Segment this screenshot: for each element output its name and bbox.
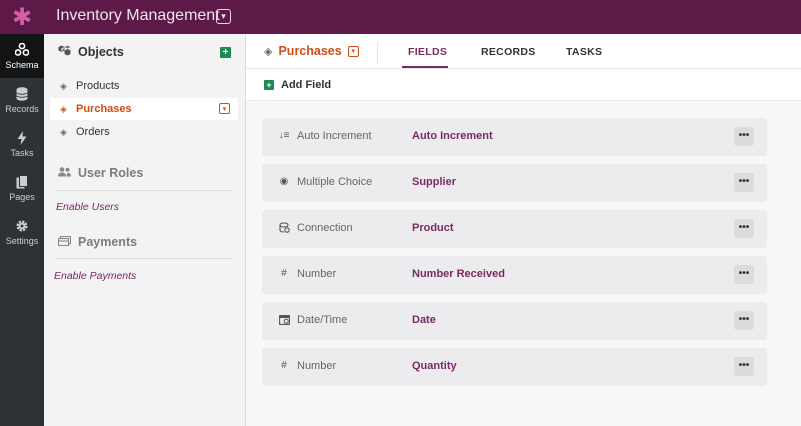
rail-item-schema[interactable]: Schema (0, 34, 44, 78)
gear-icon (15, 219, 29, 234)
rail-label: Settings (5, 235, 39, 246)
field-type: Number (297, 360, 337, 372)
field-row[interactable]: Connection Product ••• (262, 210, 767, 248)
users-icon (58, 166, 72, 180)
rail-item-pages[interactable]: Pages (0, 166, 44, 210)
more-options-button[interactable]: ••• (734, 219, 754, 238)
calendar-icon (278, 314, 290, 328)
fields-list: ↓≡ Auto Increment Auto Increment ••• ◉ M… (246, 101, 801, 426)
hash-icon: # (281, 268, 287, 279)
payments-heading-label: Payments (78, 235, 138, 249)
rail-label: Tasks (10, 147, 34, 158)
payments-heading: Payments (57, 235, 138, 249)
rail-label: Pages (9, 191, 35, 202)
rail-item-records[interactable]: Records (0, 78, 44, 122)
top-bar: ✱ Inventory Management ▾ (0, 0, 801, 34)
pages-icon (16, 174, 28, 190)
rail-item-tasks[interactable]: Tasks (0, 122, 44, 166)
field-row[interactable]: Date/Time Date ••• (262, 302, 767, 340)
schema-sidebar: Objects + ◈ Products ◈ Purchases ▾ ◈ Ord… (44, 34, 246, 426)
field-type: Connection (297, 222, 353, 234)
user-roles-heading: User Roles (58, 166, 143, 180)
add-object-button[interactable]: + (220, 47, 231, 58)
cube-icon: ◈ (60, 103, 67, 114)
more-options-button[interactable]: ••• (734, 127, 754, 146)
field-name[interactable]: Supplier (412, 176, 456, 188)
sidebar-divider (56, 190, 233, 191)
app-title[interactable]: Inventory Management (56, 7, 220, 25)
header-divider (377, 42, 378, 64)
plus-icon: + (264, 80, 274, 90)
field-type: Number (297, 268, 337, 280)
purchases-menu-chevron-down-icon[interactable]: ▾ (219, 103, 230, 114)
sidebar-item-purchases[interactable]: ◈ Purchases ▾ (50, 98, 238, 120)
enable-payments-link[interactable]: Enable Payments (54, 270, 136, 282)
rail-label: Schema (5, 59, 39, 70)
app-menu-chevron-down-icon[interactable]: ▾ (216, 9, 231, 24)
field-row[interactable]: ◉ Multiple Choice Supplier ••• (262, 164, 767, 202)
payment-card-icon (57, 235, 72, 249)
object-title-label: Purchases (278, 44, 342, 58)
asterisk-logo-icon[interactable]: ✱ (0, 0, 44, 34)
field-row[interactable]: # Number Quantity ••• (262, 348, 767, 386)
tab-tasks[interactable]: TASKS (566, 46, 602, 58)
object-title: ◈ Purchases ▾ (264, 44, 359, 58)
sidebar-item-label: Products (76, 80, 120, 92)
tab-records[interactable]: RECORDS (481, 46, 536, 58)
cube-icon: ◈ (264, 45, 273, 58)
object-menu-chevron-down-icon[interactable]: ▾ (347, 45, 359, 57)
sidebar-item-orders[interactable]: ◈ Orders (50, 121, 238, 143)
sidebar-item-label: Purchases (76, 103, 132, 115)
more-options-button[interactable]: ••• (734, 357, 754, 376)
database-icon (16, 86, 28, 102)
field-type: Auto Increment (297, 130, 372, 142)
sidebar-divider (56, 258, 233, 259)
left-rail: Schema Records Tasks Pages Settings (0, 34, 44, 426)
more-options-button[interactable]: ••• (734, 311, 754, 330)
user-roles-heading-label: User Roles (78, 166, 144, 180)
tabs-divider (246, 68, 801, 69)
bolt-icon (17, 130, 27, 146)
sidebar-item-products[interactable]: ◈ Products (50, 75, 238, 97)
schema-icon (14, 42, 30, 58)
add-field-button[interactable]: + Add Field (264, 79, 331, 91)
main-panel: ◈ Purchases ▾ FIELDS RECORDS TASKS + Add… (246, 34, 801, 426)
field-name[interactable]: Number Received (412, 268, 505, 280)
field-name[interactable]: Quantity (412, 360, 457, 372)
field-name[interactable]: Auto Increment (412, 130, 493, 142)
sort-icon: ↓≡ (278, 130, 290, 141)
tab-fields[interactable]: FIELDS (408, 46, 447, 58)
cube-icon: ◈ (60, 126, 67, 137)
field-row[interactable]: # Number Number Received ••• (262, 256, 767, 294)
field-row[interactable]: ↓≡ Auto Increment Auto Increment ••• (262, 118, 767, 156)
field-name[interactable]: Product (412, 222, 454, 234)
radio-icon: ◉ (279, 176, 289, 187)
objects-heading-label: Objects (78, 45, 124, 59)
enable-users-link[interactable]: Enable Users (56, 201, 119, 213)
objects-heading: Objects (58, 45, 124, 59)
sidebar-item-label: Orders (76, 126, 110, 138)
cube-icon: ◈ (60, 80, 67, 91)
field-type: Multiple Choice (297, 176, 373, 188)
field-type: Date/Time (297, 314, 348, 326)
field-name[interactable]: Date (412, 314, 436, 326)
rail-label: Records (5, 103, 39, 114)
add-field-label: Add Field (281, 79, 332, 91)
rail-item-settings[interactable]: Settings (0, 210, 44, 254)
more-options-button[interactable]: ••• (734, 265, 754, 284)
hash-icon: # (281, 360, 287, 371)
objects-icon (58, 45, 72, 59)
connection-icon (278, 222, 290, 236)
more-options-button[interactable]: ••• (734, 173, 754, 192)
